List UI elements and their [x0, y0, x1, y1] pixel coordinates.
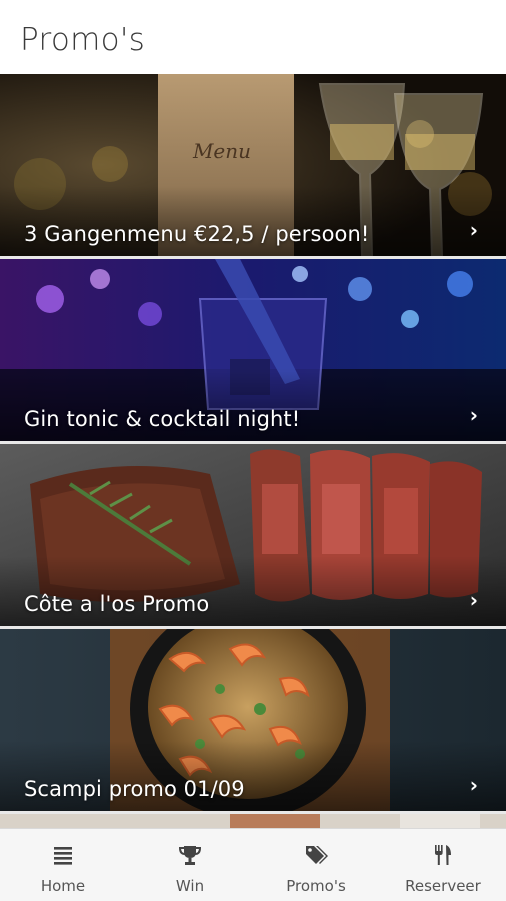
promo-item-menu[interactable]: Menu 3 Gangenmenu €22,5 / persoon! ›: [0, 74, 506, 256]
cutlery-icon: [435, 845, 451, 865]
tab-label: Win: [175, 877, 205, 895]
tab-reserveer[interactable]: Reserveer: [380, 829, 506, 901]
tab-win[interactable]: Win: [127, 829, 253, 901]
chevron-right-icon: ›: [469, 403, 478, 427]
promo-image: [0, 814, 506, 828]
promo-title: Scampi promo 01/09: [24, 777, 245, 801]
promo-item-gin-tonic[interactable]: Gin tonic & cocktail night! ›: [0, 259, 506, 441]
promo-title: 3 Gangenmenu €22,5 / persoon!: [24, 222, 370, 246]
promo-title: Côte a l'os Promo: [24, 592, 210, 616]
chevron-right-icon: ›: [469, 218, 478, 242]
page-title: Promo's: [20, 22, 146, 58]
tab-label: Reserveer: [405, 877, 481, 895]
promo-item-partial[interactable]: [0, 814, 506, 828]
tab-home[interactable]: Home: [0, 829, 126, 901]
promo-item-scampi[interactable]: Scampi promo 01/09 ›: [0, 629, 506, 811]
chevron-right-icon: ›: [469, 588, 478, 612]
trophy-icon: [178, 846, 202, 865]
promo-title: Gin tonic & cocktail night!: [24, 407, 301, 431]
tab-label: Home: [40, 877, 86, 895]
tab-promos[interactable]: Promo's: [253, 829, 379, 901]
tab-label: Promo's: [286, 877, 346, 895]
chevron-right-icon: ›: [469, 773, 478, 797]
promo-item-cote-a-los[interactable]: Côte a l'os Promo ›: [0, 444, 506, 626]
app-header: Promo's: [0, 0, 506, 74]
bottom-tab-bar: Home Win Promo's Reserveer: [0, 828, 506, 901]
list-icon: [54, 847, 72, 865]
tags-icon: [306, 846, 328, 864]
svg-text:Menu: Menu: [192, 139, 251, 163]
